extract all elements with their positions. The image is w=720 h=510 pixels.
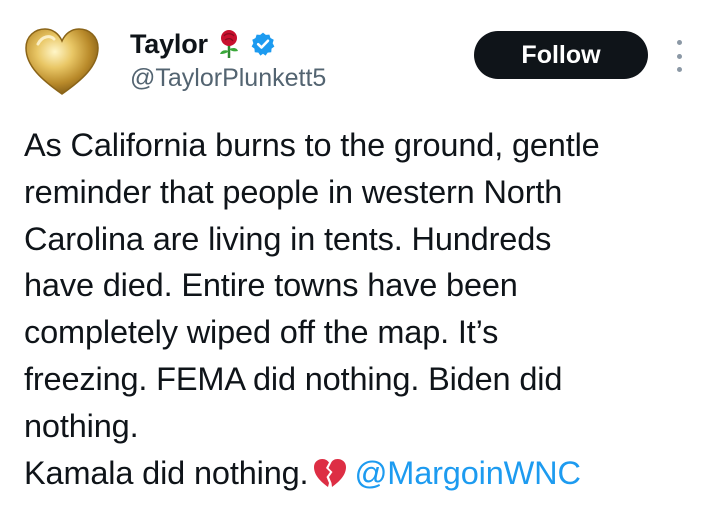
broken-heart-icon (312, 455, 348, 487)
rose-icon (216, 29, 242, 59)
verified-badge-icon[interactable] (250, 31, 276, 57)
tweet-line: Carolina are living in tents. Hundreds (24, 220, 552, 257)
more-options-icon[interactable] (670, 40, 688, 72)
follow-button[interactable]: Follow (474, 31, 648, 79)
author-display-name[interactable]: Taylor (130, 29, 208, 60)
author-name-row[interactable]: Taylor (130, 26, 276, 62)
tweet-line: freezing. FEMA did nothing. Biden did (24, 360, 563, 397)
tweet-text: As California burns to the ground, gentl… (24, 122, 704, 496)
mention-link[interactable]: @MargoinWNC (354, 455, 581, 491)
gold-heart-icon[interactable] (22, 26, 102, 98)
tweet-line: have died. Entire towns have been (24, 267, 518, 304)
tweet-line: completely wiped off the map. It’s (24, 314, 499, 351)
tweet-line-text: Kamala did nothing. (24, 454, 309, 491)
tweet-line: nothing. (24, 407, 139, 444)
tweet-last-line: Kamala did nothing. @MargoinWNC (24, 450, 704, 497)
tweet-line: As California burns to the ground, gentl… (24, 127, 600, 163)
tweet-line: reminder that people in western North (24, 173, 563, 210)
author-handle[interactable]: @TaylorPlunkett5 (130, 64, 326, 93)
